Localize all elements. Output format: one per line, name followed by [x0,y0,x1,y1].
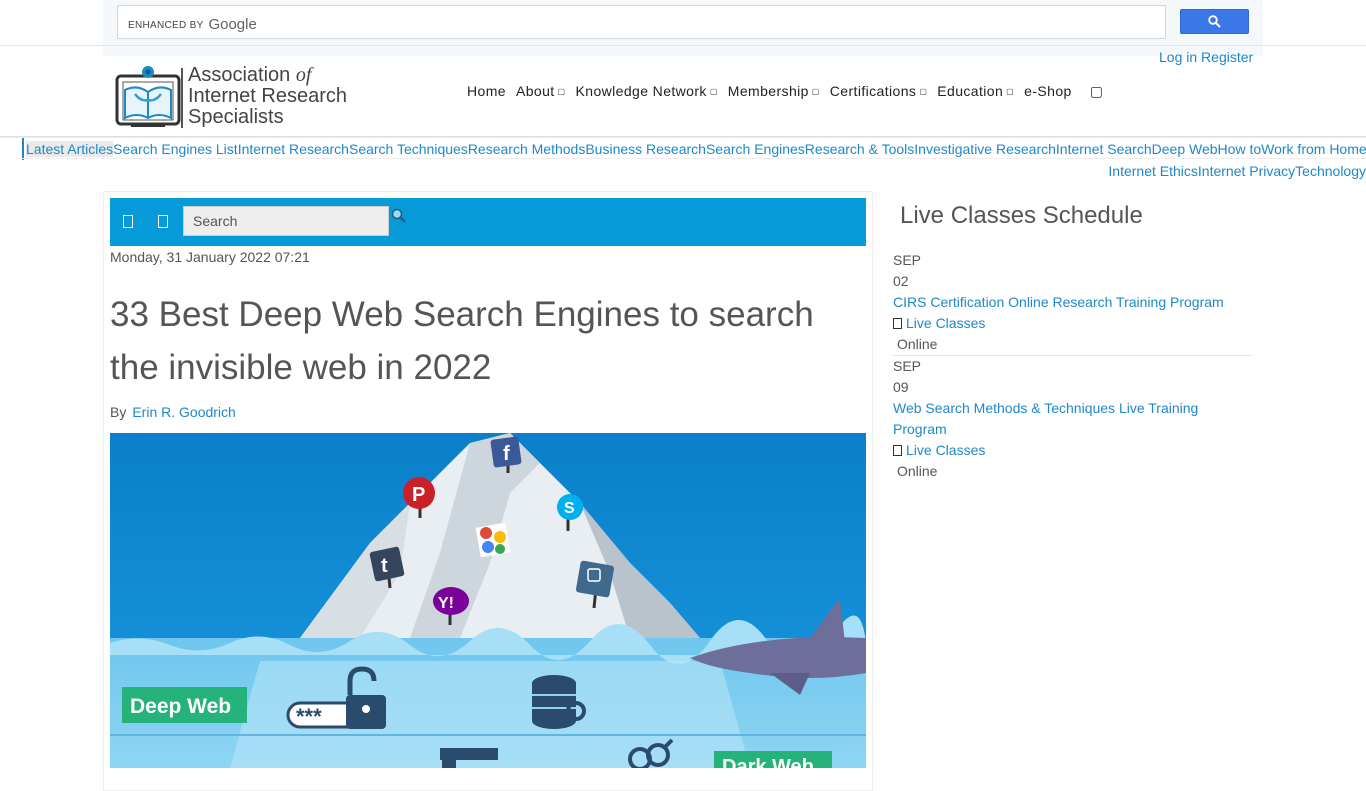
google-branding: ENHANCED BY Google [128,16,257,33]
event-month: SEP [893,358,922,374]
event-day: 02 [893,273,909,289]
google-logo: Google [208,16,257,33]
chevron-down-icon: ▢ [811,87,820,96]
tag-search-engines[interactable]: Search Engines [706,141,805,157]
tag-deep-web[interactable]: Deep Web [1152,141,1218,157]
nav-home[interactable]: Home [467,83,506,100]
nav-eshop[interactable]: e-Shop [1024,83,1072,100]
deep-web-label: Deep Web [130,695,231,718]
svg-text:t: t [381,555,388,577]
search-icon [391,208,406,223]
tag-internet-ethics[interactable]: Internet Ethics [1108,163,1198,179]
event-title-link[interactable]: CIRS Certification Online Research Train… [893,292,1253,313]
event-category[interactable]: Live Classes [893,440,1253,461]
dark-web-label: Dark Web [722,756,814,768]
chevron-down-icon: ▢ [709,87,718,96]
nav-knowledge-network[interactable]: Knowledge Network ▢ [576,83,718,100]
register-link[interactable]: Register [1201,49,1253,65]
tag-technology[interactable]: Technology [1295,163,1366,179]
tags-divider [22,158,1366,159]
nav-certifications[interactable]: Certifications ▢ [830,83,928,100]
nav-search-icon[interactable]: ▢ [1090,83,1104,100]
tag-latest-articles[interactable]: Latest Articles [26,141,114,157]
site-search-button[interactable] [1180,9,1249,34]
svg-text:Y!: Y! [438,595,454,612]
event-month: SEP [893,252,922,268]
main-nav: Home About ▢ Knowledge Network ▢ Membershi… [467,83,1103,100]
event-location: Online [897,463,938,479]
article-search-input[interactable]: Search [183,206,389,236]
search-icon [1208,15,1221,28]
chevron-down-icon: ▢ [1006,87,1015,96]
svg-text:P: P [412,484,425,506]
tag-research-methods[interactable]: Research Methods [468,141,586,157]
sidebar-title: Live Classes Schedule [900,202,1143,229]
calendar-icon [893,318,902,329]
tag-research-tools[interactable]: Research & Tools [805,141,914,157]
auth-links: Log in Register [1159,49,1253,65]
iceberg-illustration: f P S t Y! Deep Web *** Dark Web [110,433,866,768]
event-location: Online [897,336,938,352]
author-link[interactable]: Erin R. Goodrich [132,404,235,420]
event-day: 09 [893,379,909,395]
article-hero-image: f P S t Y! Deep Web *** Dark Web [110,433,866,768]
article-byline: By Erin R. Goodrich [110,404,236,420]
tag-internet-search[interactable]: Internet Search [1056,141,1152,157]
chevron-down-icon: ▢ [557,87,566,96]
tag-internet-privacy[interactable]: Internet Privacy [1198,163,1295,179]
event-title-link[interactable]: Web Search Methods & Techniques Live Tra… [893,398,1213,440]
article-date: Monday, 31 January 2022 07:21 [110,249,310,265]
google-icon [475,522,511,558]
top-divider [0,45,1366,46]
email-icon[interactable] [158,215,168,228]
tag-business-research[interactable]: Business Research [585,141,706,157]
nav-membership[interactable]: Membership ▢ [728,83,820,100]
article-title: 33 Best Deep Web Search Engines to searc… [110,295,814,387]
logo-wordmark: Association of Internet Research Special… [188,64,347,128]
event-item: SEP 02 CIRS Certification Online Researc… [893,250,1253,355]
chevron-down-icon: ▢ [919,87,928,96]
tag-search-engines-list[interactable]: Search Engines List [113,141,238,157]
tags-row-2: Internet EthicsInternet PrivacyTechnolog… [1108,160,1366,182]
tag-investigative-research[interactable]: Investigative Research [914,141,1056,157]
tag-how-to[interactable]: How to [1218,141,1262,157]
nav-education[interactable]: Education ▢ [937,83,1014,100]
calendar-icon [893,445,902,456]
login-link[interactable]: Log in [1159,49,1197,65]
nav-about[interactable]: About ▢ [516,83,566,100]
article-search-button[interactable] [391,208,409,226]
site-search-input[interactable]: ENHANCED BY Google [117,5,1166,39]
print-icon[interactable] [123,215,133,228]
tag-internet-research[interactable]: Internet Research [238,141,349,157]
tag-work-from-home[interactable]: Work from Home [1261,141,1366,157]
tags-row-1: Latest ArticlesSearch Engines ListIntern… [22,138,1366,160]
tag-search-techniques[interactable]: Search Techniques [349,141,468,157]
logo-divider [181,68,183,128]
svg-text:***: *** [296,704,322,729]
event-item: SEP 09 Web Search Methods & Techniques L… [893,356,1253,482]
event-category[interactable]: Live Classes [893,313,1253,334]
svg-text:f: f [503,443,510,465]
svg-text:S: S [564,500,575,517]
